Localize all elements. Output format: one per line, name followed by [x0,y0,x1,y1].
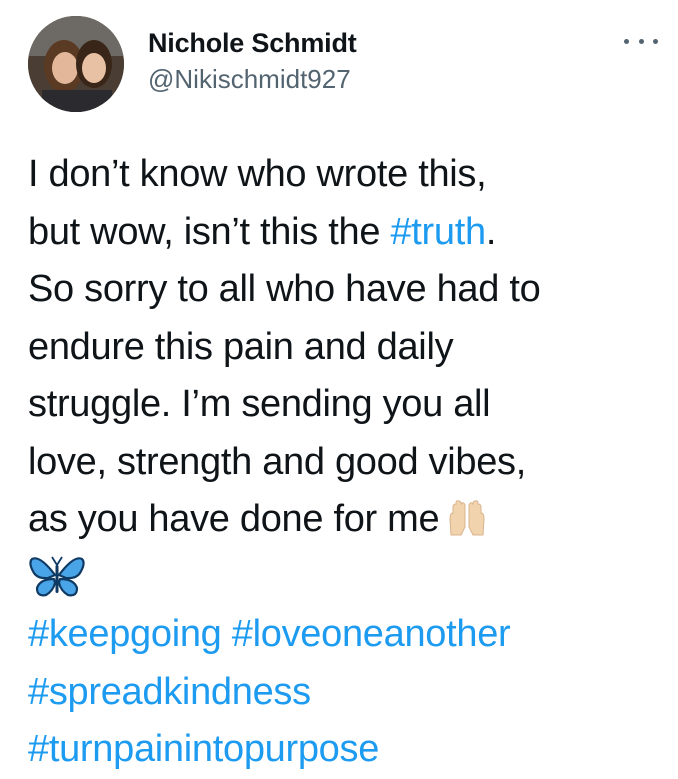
tweet-line: #keepgoing #loveoneanother [28,606,668,664]
hashtag-spreadkindness[interactable]: #spreadkindness [28,671,311,713]
tweet-line: love, strength and good vibes, [28,434,668,492]
tweet-line: but wow, isn’t this the #truth. [28,204,668,262]
tweet-text-segment: endure this pain and daily [28,325,454,368]
tweet-text-segment: as you have done for me [28,498,440,540]
hashtag-turnpainintopurpose[interactable]: #turnpainintopurpose [28,728,379,770]
tweet-text: I don’t know who wrote this, but wow, is… [28,146,668,779]
tweet-header: Nichole Schmidt @Nikischmidt927 [28,16,658,116]
tweet-text-segment: love, strength and good vibes, [28,440,527,483]
tweet-card: Nichole Schmidt @Nikischmidt927 I don’t … [0,0,678,770]
more-horizontal-icon [624,38,629,44]
tweet-line: endure this pain and daily [28,319,668,377]
tweet-line: #spreadkindness [28,664,668,722]
hashtag-loveoneanother[interactable]: #loveoneanother [232,613,511,655]
tweet-line: I don’t know who wrote this, [28,146,668,204]
more-dot [653,38,658,44]
more-options-button[interactable] [624,30,658,52]
tweet-line: struggle. I’m sending you all [28,376,668,434]
display-name[interactable]: Nichole Schmidt [148,26,357,60]
avatar-photo-icon [28,16,124,112]
author-names: Nichole Schmidt @Nikischmidt927 [148,26,357,96]
tweet-text-segment: struggle. I’m sending you all [28,383,491,425]
avatar[interactable] [28,16,124,112]
tweet-line [28,549,668,607]
tweet-line: as you have done for me [28,491,668,549]
tweet-line: So sorry to all who have had to [28,261,668,319]
raising-hands-emoji-icon [447,495,487,555]
tweet-line: #turnpainintopurpose [28,721,668,779]
tweet-text-segment: but wow, isn’t this the [28,210,391,253]
hashtag-keepgoing[interactable]: #keepgoing [28,613,222,655]
more-dot [638,38,644,44]
hashtag-truth[interactable]: #truth [390,211,486,253]
tweet-text-segment: I don’t know who wrote this, [28,153,487,195]
user-handle[interactable]: @Nikischmidt927 [148,62,357,96]
tweet-text-segment: So sorry to all who have had to [28,268,541,310]
tweet-text-segment: . [485,210,497,253]
